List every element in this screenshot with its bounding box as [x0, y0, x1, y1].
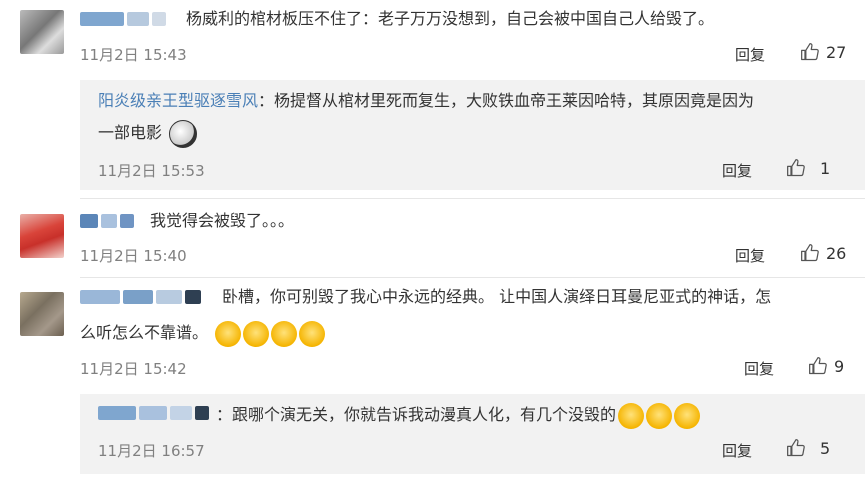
comment-text: 我觉得会被毁了。。。 — [150, 211, 295, 230]
subreply-time: 11月2日 15:53 — [98, 162, 205, 180]
subreply-text-cont: 一部电影 — [98, 123, 163, 142]
comment-text-cont: 么听怎么不靠谱。 — [80, 323, 209, 342]
like-button[interactable]: 27 — [800, 42, 846, 62]
comment-text: 杨威利的棺材板压不住了：老子万万没想到，自己会被中国自己人给毁了。 — [186, 9, 715, 28]
subreply-text-line: ：跟哪个演无关，你就告诉我动漫真人化，有几个没毁的 — [216, 400, 701, 430]
grin-emoji-icon — [271, 320, 298, 347]
laugh-cry-emoji-icon — [618, 402, 645, 429]
comment-1: 杨威利的棺材板压不住了：老子万万没想到，自己会被中国自己人给毁了。 11月2日 … — [0, 0, 865, 200]
subreply-text-line2: 一部电影 — [98, 118, 198, 148]
like-count: 27 — [826, 42, 847, 62]
like-button[interactable]: 1 — [786, 158, 830, 178]
subreply-time: 11月2日 16:57 — [98, 442, 205, 460]
subreply-text: ：杨提督从棺材里死而复生，大败铁血帝王莱因哈特，其原因竟是因为 — [258, 91, 755, 110]
grin-emoji-icon — [215, 320, 242, 347]
reply-button[interactable]: 回复 — [735, 245, 765, 266]
subreply-text-line1: 阳炎级亲王型驱逐雪风：杨提督从棺材里死而复生，大败铁血帝王莱因哈特，其原因竟是因… — [98, 86, 754, 116]
comment-text-line2: 么听怎么不靠谱。 — [80, 318, 326, 348]
like-count: 1 — [820, 158, 831, 178]
like-count: 9 — [834, 356, 845, 376]
laugh-cry-emoji-icon — [646, 402, 673, 429]
comment-text-line1: 卧槽，你可别毁了我心中永远的经典。 让中国人演绎日耳曼尼亚式的神话，怎 — [222, 287, 772, 306]
subreply-username-blurred[interactable] — [98, 406, 216, 422]
grin-emoji-icon — [243, 320, 270, 347]
comment-2: 我觉得会被毁了。。。 11月2日 15:40 回复 26 — [0, 200, 865, 278]
avatar[interactable] — [20, 292, 64, 336]
avatar[interactable] — [20, 214, 64, 258]
thumbs-up-icon — [809, 357, 827, 375]
username-blurred[interactable] — [80, 12, 190, 28]
like-button[interactable]: 5 — [786, 438, 830, 458]
subreply-text: ：跟哪个演无关，你就告诉我动漫真人化，有几个没毁的 — [216, 405, 617, 424]
reply-button[interactable]: 回复 — [722, 440, 752, 461]
comment-time: 11月2日 15:43 — [80, 46, 187, 64]
laugh-cry-emoji-icon — [674, 402, 701, 429]
like-button[interactable]: 9 — [808, 356, 844, 376]
like-button[interactable]: 26 — [800, 243, 846, 263]
subreply: ：跟哪个演无关，你就告诉我动漫真人化，有几个没毁的 11月2日 16:57 回复… — [80, 394, 865, 474]
smiley-icon — [169, 119, 198, 148]
subreply-username[interactable]: 阳炎级亲王型驱逐雪风 — [98, 91, 258, 110]
thumbs-up-icon — [787, 439, 805, 457]
reply-button[interactable]: 回复 — [744, 358, 774, 379]
like-count: 26 — [826, 243, 847, 263]
avatar[interactable] — [20, 10, 64, 54]
comment-3: 卧槽，你可别毁了我心中永远的经典。 让中国人演绎日耳曼尼亚式的神话，怎 么听怎么… — [0, 278, 865, 480]
username-blurred[interactable] — [80, 290, 212, 306]
subreply: 阳炎级亲王型驱逐雪风：杨提督从棺材里死而复生，大败铁血帝王莱因哈特，其原因竟是因… — [80, 80, 865, 190]
reply-button[interactable]: 回复 — [735, 44, 765, 65]
thumbs-up-icon — [801, 43, 819, 61]
comment-time: 11月2日 15:40 — [80, 247, 187, 265]
laugh-cry-emoji-icon — [299, 320, 326, 347]
like-count: 5 — [820, 438, 831, 458]
username-blurred[interactable] — [80, 214, 144, 230]
thumbs-up-icon — [801, 244, 819, 262]
comment-time: 11月2日 15:42 — [80, 360, 187, 378]
reply-button[interactable]: 回复 — [722, 160, 752, 181]
divider — [80, 198, 865, 199]
thumbs-up-icon — [787, 159, 805, 177]
